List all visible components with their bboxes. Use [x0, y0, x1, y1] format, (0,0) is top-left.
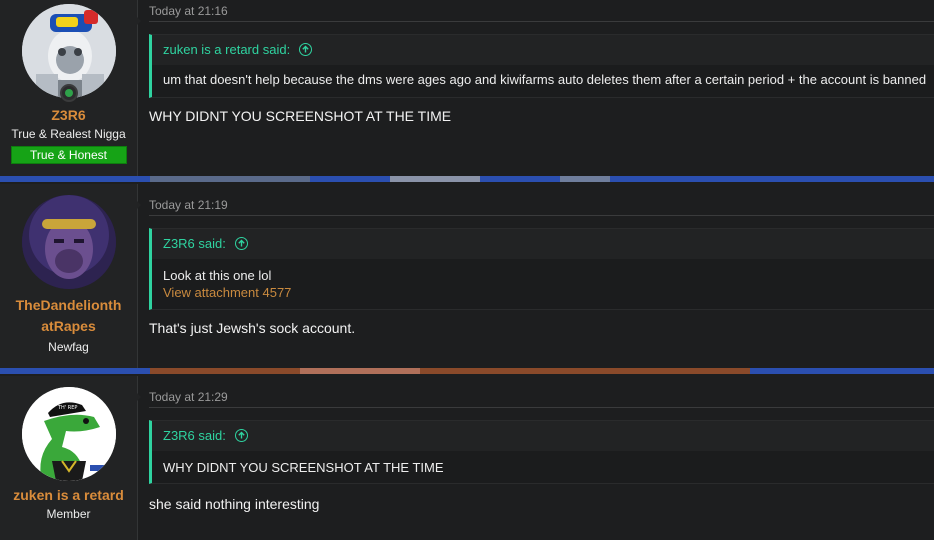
quote-author[interactable]: Z3R6 said:: [163, 428, 226, 443]
username[interactable]: zuken is a retard: [0, 485, 137, 506]
post-message: WHY DIDNT YOU SCREENSHOT AT THE TIME: [149, 108, 452, 124]
post-date[interactable]: Today at 21:16: [149, 4, 228, 18]
quote-author[interactable]: zuken is a retard said:: [163, 42, 290, 57]
arrow-up-circle-icon[interactable]: [234, 429, 248, 442]
online-status-icon: [60, 84, 78, 102]
username-line-1: TheDandelionth: [15, 297, 122, 313]
quote-header: Z3R6 said:: [152, 421, 934, 451]
post-2-user-sidebar: TheDandelionth atRapes Newfag: [0, 184, 141, 368]
post-message: That's just Jewsh's sock account.: [149, 320, 356, 336]
username-line-2: atRapes: [41, 318, 96, 334]
post-1-content: Today at 21:16 zuken is a retard said: u…: [138, 0, 934, 176]
arrow-up-circle-icon[interactable]: [298, 43, 312, 56]
sidebar-arrow: [134, 390, 141, 404]
sidebar-arrow: [134, 14, 141, 28]
post-date[interactable]: Today at 21:19: [149, 198, 228, 212]
attachment-link[interactable]: View attachment 4577: [163, 284, 923, 301]
post-message: she said nothing interesting: [149, 496, 320, 512]
post-3: TH' REP zuken is a retard Member Today a…: [0, 376, 934, 540]
quote-author[interactable]: Z3R6 said:: [163, 236, 226, 251]
arrow-up-circle-icon[interactable]: [234, 237, 248, 250]
post-date[interactable]: Today at 21:29: [149, 390, 228, 404]
post-1-user-sidebar: Z3R6 True & Realest Nigga True & Honest: [0, 0, 141, 176]
post-1: Z3R6 True & Realest Nigga True & Honest …: [0, 0, 934, 176]
quote-text: um that doesn't help because the dms wer…: [163, 72, 927, 87]
quote-text: Look at this one lol: [163, 268, 272, 283]
divider: [149, 215, 934, 216]
avatar[interactable]: TH' REP: [21, 387, 116, 481]
user-title: Member: [46, 507, 91, 521]
user-banner: True & Honest: [10, 146, 127, 164]
post-2-content: Today at 21:19 Z3R6 said: Look at this o…: [138, 184, 934, 368]
quote-block: Z3R6 said: WHY DIDNT YOU SCREENSHOT AT T…: [149, 420, 934, 484]
post-3-user-sidebar: TH' REP zuken is a retard Member: [0, 376, 141, 540]
quote-header: zuken is a retard said:: [152, 35, 934, 65]
post-2: TheDandelionth atRapes Newfag Today at 2…: [0, 184, 934, 368]
divider: [149, 21, 934, 22]
avatar-cap-text: TH' REP: [57, 405, 77, 411]
quote-block: Z3R6 said: Look at this one lol View att…: [149, 228, 934, 310]
post-separator: [0, 368, 934, 376]
user-title: True & Realest Nigga: [11, 127, 126, 141]
divider: [149, 407, 934, 408]
avatar-villain-image: [21, 195, 116, 289]
avatar[interactable]: [21, 195, 116, 289]
username[interactable]: Z3R6: [0, 105, 137, 126]
sidebar-arrow: [134, 198, 141, 212]
quote-header: Z3R6 said:: [152, 229, 934, 259]
user-title: Newfag: [48, 340, 89, 354]
quote-text: WHY DIDNT YOU SCREENSHOT AT THE TIME: [163, 460, 444, 475]
post-separator: [0, 176, 934, 184]
quote-content: Look at this one lol View attachment 457…: [152, 259, 934, 307]
post-3-content: Today at 21:29 Z3R6 said: WHY DIDNT YOU …: [138, 376, 934, 540]
avatar-lizard-image: TH' REP: [21, 387, 116, 481]
quote-block: zuken is a retard said: um that doesn't …: [149, 34, 934, 98]
username[interactable]: TheDandelionth atRapes: [0, 295, 137, 337]
